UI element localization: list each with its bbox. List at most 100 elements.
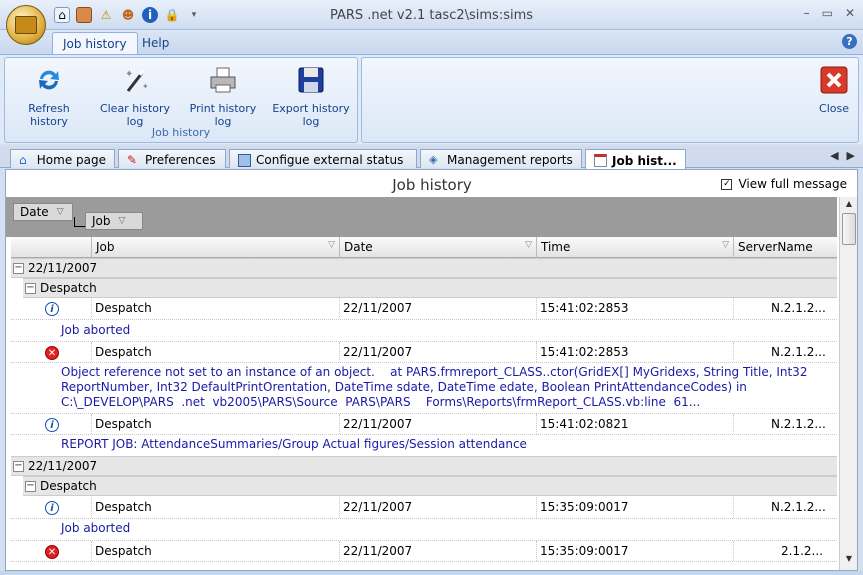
table-row[interactable]: i Despatch 22/11/2007 15:35:09:0017 N.2.… [11, 497, 837, 519]
cell-job: Despatch [95, 500, 152, 514]
info-icon: i [45, 302, 59, 316]
close-label: Close [819, 102, 849, 115]
export-history-log-label: Export history log [272, 102, 350, 128]
cell-date: 22/11/2007 [343, 417, 413, 431]
svg-text:✦: ✦ [125, 69, 133, 80]
cell-job: Despatch [95, 417, 152, 431]
table-row[interactable]: ✕ Despatch 22/11/2007 15:41:02:2853 N.2.… [11, 341, 837, 363]
error-icon: ✕ [45, 346, 59, 360]
cell-time: 15:41:02:2853 [540, 301, 629, 315]
clear-history-log-button[interactable]: ✦ ✦ Clear history log [93, 64, 177, 128]
chevron-right-icon[interactable]: ▶ [847, 149, 855, 162]
collapse-icon[interactable]: − [25, 283, 36, 294]
svg-text:✦: ✦ [142, 82, 149, 91]
filter-icon[interactable]: ▽ [119, 216, 126, 226]
table-row[interactable]: ✕ Despatch 22/11/2007 15:35:09:0017 2.1.… [11, 540, 837, 562]
filter-icon[interactable]: ▽ [328, 240, 335, 250]
ribbon: Refresh history ✦ ✦ Clear history log Pri… [0, 54, 863, 144]
vertical-scrollbar[interactable]: ▲ ▼ [839, 197, 857, 570]
home-icon: ⌂ [19, 152, 27, 167]
tab-job-history[interactable]: Job history [52, 32, 138, 54]
refresh-history-button[interactable]: Refresh history [9, 64, 89, 128]
doc-tab-label: Home page [36, 153, 106, 167]
scroll-down-icon[interactable]: ▼ [842, 554, 856, 568]
maximize-icon[interactable]: ▭ [822, 6, 833, 20]
cell-date: 22/11/2007 [343, 544, 413, 558]
group-row-date[interactable]: − 22/11/2007 [11, 456, 837, 476]
monitor-icon [238, 153, 251, 167]
tab-navigation: ◀ ▶ [830, 149, 855, 162]
group-chip-date[interactable]: Date ▽ [13, 203, 73, 221]
close-icon [818, 64, 850, 96]
scroll-thumb[interactable] [842, 213, 856, 245]
column-header-time[interactable]: Time ▽ [536, 237, 733, 258]
briefcase-icon [15, 16, 37, 34]
report-icon: ◈ [429, 152, 438, 166]
message-row: Job aborted [11, 322, 837, 341]
job-message: Job aborted [61, 521, 131, 535]
error-icon: ✕ [45, 545, 59, 559]
help-icon[interactable]: ? [842, 34, 857, 49]
chevron-left-icon[interactable]: ◀ [830, 149, 838, 162]
table-row[interactable]: i Despatch 22/11/2007 15:41:02:0821 N.2.… [11, 413, 837, 435]
cell-date: 22/11/2007 [343, 345, 413, 359]
group-row-job[interactable]: − Despatch [23, 476, 837, 496]
group-chip-label: Date [20, 205, 49, 219]
doc-tab-home-page[interactable]: ⌂ Home page [10, 149, 115, 168]
ribbon-group-close: Close [361, 57, 859, 143]
column-header-servername[interactable]: ServerName [733, 237, 837, 258]
cell-time: 15:41:02:0821 [540, 417, 629, 431]
message-row: REPORT JOB: AttendanceSummaries/Group Ac… [11, 436, 837, 455]
filter-icon[interactable]: ▽ [525, 240, 532, 250]
printer-icon [207, 64, 239, 96]
collapse-icon[interactable]: − [13, 461, 24, 472]
cell-servername: N.2.1.2... [771, 500, 826, 514]
window-title: PARS .net v2.1 tasc2\sims:sims [329, 8, 534, 23]
minimize-icon[interactable]: – [804, 6, 810, 20]
export-history-log-button[interactable]: Export history log [267, 64, 355, 128]
view-full-message-checkbox[interactable]: ✓ View full message [721, 177, 847, 191]
doc-tab-label: Configue external status [256, 153, 404, 167]
filter-icon[interactable]: ▽ [57, 207, 64, 217]
collapse-icon[interactable]: − [25, 481, 36, 492]
column-header-date[interactable]: Date ▽ [339, 237, 536, 258]
title-bar: ⌂ ⚠ ☻ i 🔒 ▾ PARS .net v2.1 tasc2\sims:si… [0, 0, 863, 30]
print-history-log-button[interactable]: Print history log [181, 64, 265, 128]
column-label: Time [541, 240, 571, 254]
filter-icon[interactable]: ▽ [722, 240, 729, 250]
tab-help[interactable]: Help [132, 32, 179, 54]
info-icon: i [45, 418, 59, 432]
doc-tab-job-history[interactable]: Job hist... [585, 149, 686, 169]
column-label: Date [344, 240, 373, 254]
ribbon-tabs: Job history Help ? [0, 30, 863, 54]
close-window-icon[interactable]: ✕ [845, 6, 855, 20]
job-history-panel: Job history ✓ View full message Date ▽ J… [5, 169, 858, 571]
calendar-icon [594, 154, 607, 167]
doc-tab-preferences[interactable]: ✎ Preferences [118, 149, 226, 168]
cell-job: Despatch [95, 345, 152, 359]
group-chip-label: Job [92, 214, 111, 228]
checkbox-checked-icon[interactable]: ✓ [721, 178, 733, 190]
column-label: ServerName [738, 240, 813, 254]
column-label: Job [96, 240, 115, 254]
ribbon-group-label: Job history [151, 126, 211, 139]
close-button[interactable]: Close [814, 64, 854, 115]
doc-tab-configue-external-status[interactable]: Configue external status [229, 149, 417, 168]
cell-servername: N.2.1.2... [771, 417, 826, 431]
group-row-job[interactable]: − Despatch [23, 278, 837, 298]
print-history-log-label: Print history log [189, 102, 257, 128]
app-menu-button[interactable] [6, 5, 46, 45]
brush-icon: ✎ [127, 152, 138, 167]
column-header-job[interactable]: Job ▽ [91, 237, 339, 258]
doc-tab-label: Preferences [145, 153, 216, 167]
doc-tab-management-reports[interactable]: ◈ Management reports [420, 149, 582, 168]
table-row[interactable]: i Despatch 22/11/2007 15:41:02:2853 N.2.… [11, 298, 837, 320]
clear-history-log-label: Clear history log [99, 102, 171, 128]
group-by-area: Date ▽ Job ▽ [6, 197, 837, 237]
scroll-up-icon[interactable]: ▲ [842, 199, 856, 213]
message-row: Job aborted [11, 520, 837, 539]
group-row-date[interactable]: − 22/11/2007 [11, 258, 837, 278]
cell-time: 15:41:02:2853 [540, 345, 629, 359]
group-chip-job[interactable]: Job ▽ [85, 212, 143, 230]
collapse-icon[interactable]: − [13, 263, 24, 274]
